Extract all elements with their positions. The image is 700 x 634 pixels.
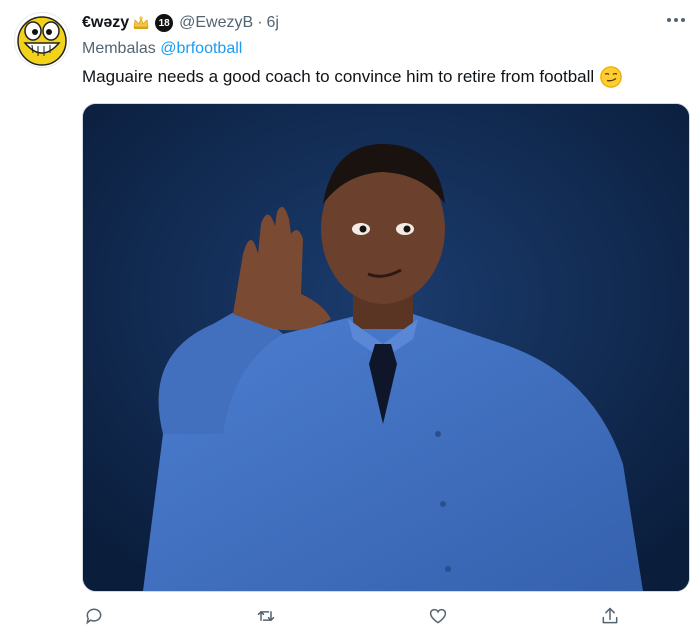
reply-prefix: Membalas <box>82 40 156 57</box>
timestamp[interactable]: 6j <box>267 14 279 32</box>
crown-badge-icon <box>131 14 151 32</box>
tweet-text: Maguaire needs a good coach to convince … <box>82 67 595 86</box>
tweet-header: €wəzy 18 @EwezyB · 6j <box>82 12 279 34</box>
user-handle[interactable]: @EwezyB <box>179 14 253 32</box>
tweet-image[interactable] <box>82 103 690 592</box>
like-icon[interactable] <box>426 604 450 628</box>
tweet-body: Maguaire needs a good coach to convince … <box>82 66 623 88</box>
smirking-face-emoji-icon <box>600 66 623 88</box>
man-waving-photo <box>83 104 689 591</box>
reply-to-mention[interactable]: @brfootball <box>160 40 242 57</box>
reply-icon[interactable] <box>82 604 106 628</box>
share-icon[interactable] <box>598 604 622 628</box>
replying-to: Membalas @brfootball <box>82 40 242 58</box>
avatar[interactable] <box>14 12 70 68</box>
age-18-badge-icon: 18 <box>155 14 174 32</box>
retweet-icon[interactable] <box>254 604 278 628</box>
more-options-icon[interactable] <box>664 10 688 30</box>
grinning-face-avatar-icon <box>17 16 67 66</box>
display-name[interactable]: €wəzy <box>82 14 129 32</box>
tweet-actions <box>82 604 622 628</box>
separator-dot: · <box>257 14 263 31</box>
